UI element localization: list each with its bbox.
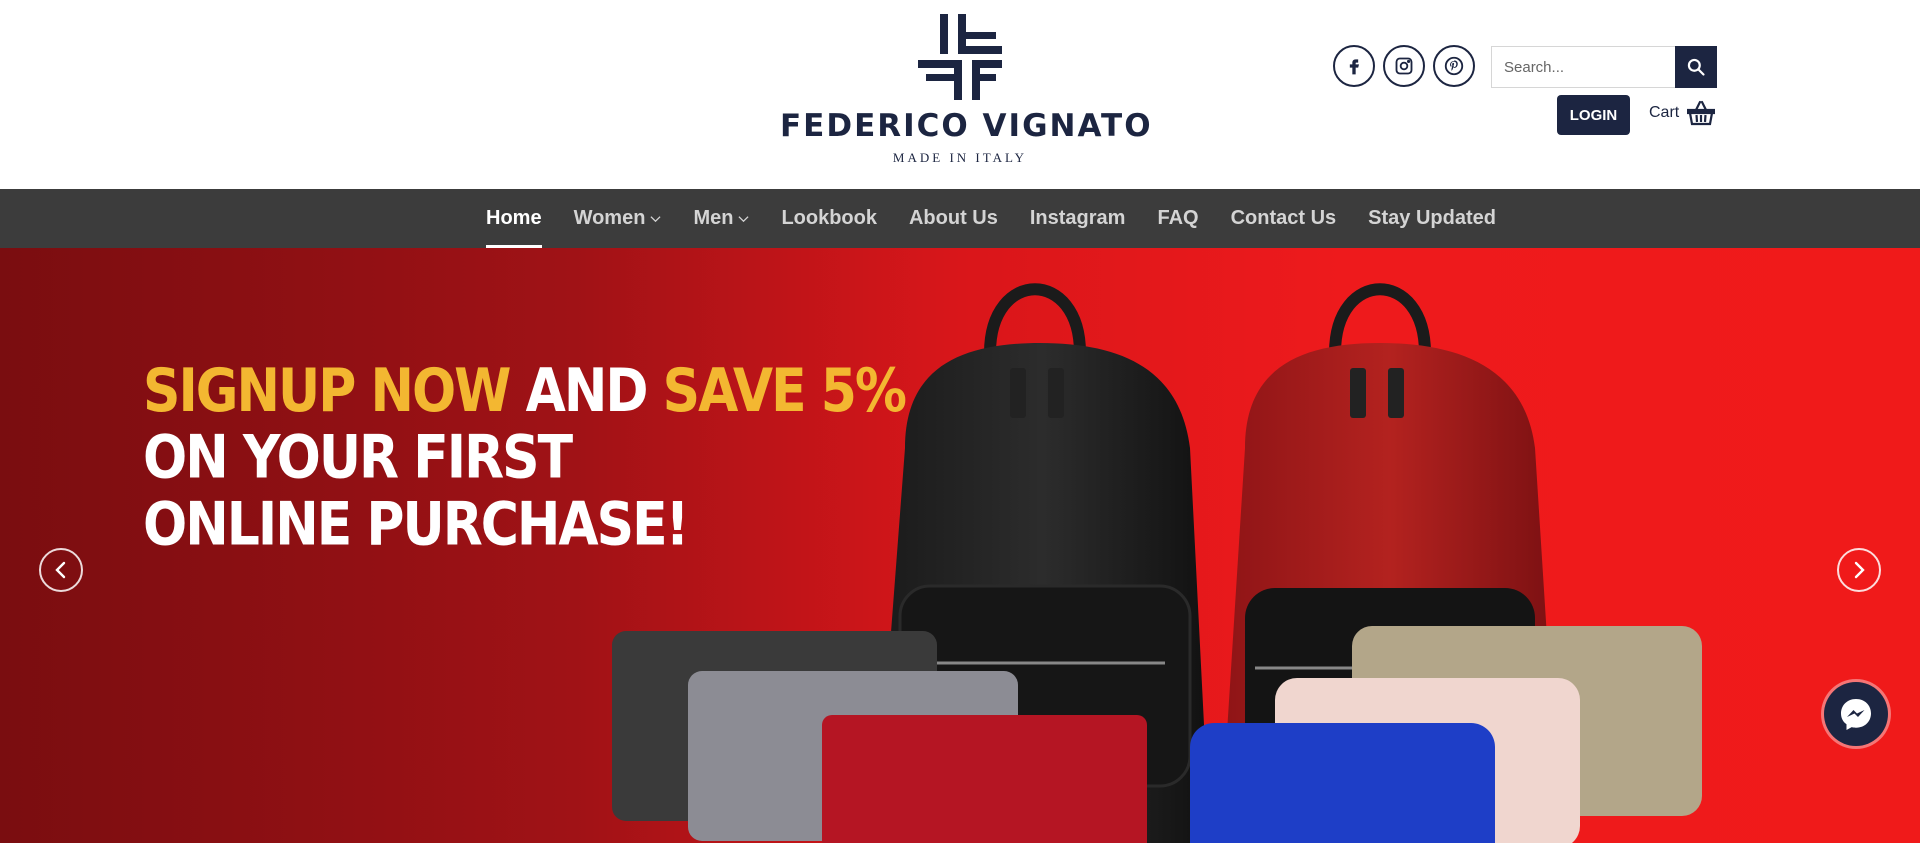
login-button[interactable]: LOGIN bbox=[1557, 95, 1630, 135]
social-links bbox=[1333, 45, 1475, 87]
messenger-icon bbox=[1841, 699, 1871, 730]
instagram-icon[interactable] bbox=[1383, 45, 1425, 87]
messenger-chat-button[interactable] bbox=[1824, 682, 1888, 746]
nav-label: Stay Updated bbox=[1368, 207, 1496, 229]
chevron-down-icon bbox=[738, 216, 749, 223]
search-form bbox=[1491, 46, 1717, 88]
hero-line-2: ON YOUR FIRST bbox=[143, 423, 573, 493]
hero-text: AND bbox=[509, 356, 663, 426]
nav-item-lookbook[interactable]: Lookbook bbox=[765, 189, 893, 248]
nav-label: Lookbook bbox=[781, 207, 877, 229]
slider-next-button[interactable] bbox=[1837, 548, 1881, 592]
nav-item-instagram[interactable]: Instagram bbox=[1014, 189, 1142, 248]
cart-label: Cart bbox=[1649, 104, 1680, 121]
hero-line-1: SIGNUP NOW AND SAVE 5% bbox=[143, 356, 907, 426]
nav-label: Instagram bbox=[1029, 207, 1126, 229]
search-icon bbox=[1687, 58, 1705, 76]
nav-label: Women bbox=[573, 207, 646, 229]
nav-item-women[interactable]: Women bbox=[558, 189, 678, 248]
nav-item-men[interactable]: Men bbox=[677, 189, 765, 248]
site-header: FEDERICO VIGNATO MADE IN ITALY LOGIN Car… bbox=[0, 0, 1920, 189]
search-button[interactable] bbox=[1675, 46, 1717, 88]
nav-label: FAQ bbox=[1157, 207, 1199, 229]
hero-headline: SIGNUP NOW AND SAVE 5% ON YOUR FIRST ONL… bbox=[143, 356, 907, 560]
hero-slider: SIGNUP NOW AND SAVE 5% ON YOUR FIRST ONL… bbox=[0, 248, 1920, 843]
chevron-down-icon bbox=[650, 216, 661, 223]
facebook-icon[interactable] bbox=[1333, 45, 1375, 87]
basket-icon bbox=[1687, 100, 1716, 126]
chevron-left-icon bbox=[55, 561, 66, 579]
brand-name: FEDERICO VIGNATO bbox=[780, 108, 1153, 144]
slider-prev-button[interactable] bbox=[39, 548, 83, 592]
nav-item-about-us[interactable]: About Us bbox=[893, 189, 1014, 248]
nav-item-faq[interactable]: FAQ bbox=[1141, 189, 1214, 248]
nav-item-home[interactable]: Home bbox=[470, 189, 558, 248]
hero-highlight: SIGNUP NOW bbox=[143, 356, 512, 426]
brand-logo[interactable]: FEDERICO VIGNATO MADE IN ITALY bbox=[780, 14, 1153, 174]
main-nav: Home Women Men Lookbook About Us Instagr… bbox=[0, 189, 1920, 248]
nav-list: Home Women Men Lookbook About Us Instagr… bbox=[470, 189, 1512, 248]
nav-item-contact-us[interactable]: Contact Us bbox=[1215, 189, 1353, 248]
nav-label: Contact Us bbox=[1230, 207, 1337, 229]
nav-label: About Us bbox=[908, 207, 998, 229]
cart-link[interactable]: Cart bbox=[1649, 100, 1716, 126]
nav-item-stay-updated[interactable]: Stay Updated bbox=[1352, 189, 1512, 248]
nav-label: Home bbox=[486, 207, 542, 229]
pinterest-icon[interactable] bbox=[1433, 45, 1475, 87]
chevron-right-icon bbox=[1854, 561, 1865, 579]
nav-label: Men bbox=[693, 207, 734, 229]
hero-highlight: SAVE 5% bbox=[662, 356, 907, 426]
logo-mark-icon bbox=[918, 14, 1002, 100]
hero-line-3: ONLINE PURCHASE! bbox=[143, 490, 689, 560]
brand-tagline: MADE IN ITALY bbox=[892, 150, 1028, 165]
search-input[interactable] bbox=[1491, 46, 1675, 88]
